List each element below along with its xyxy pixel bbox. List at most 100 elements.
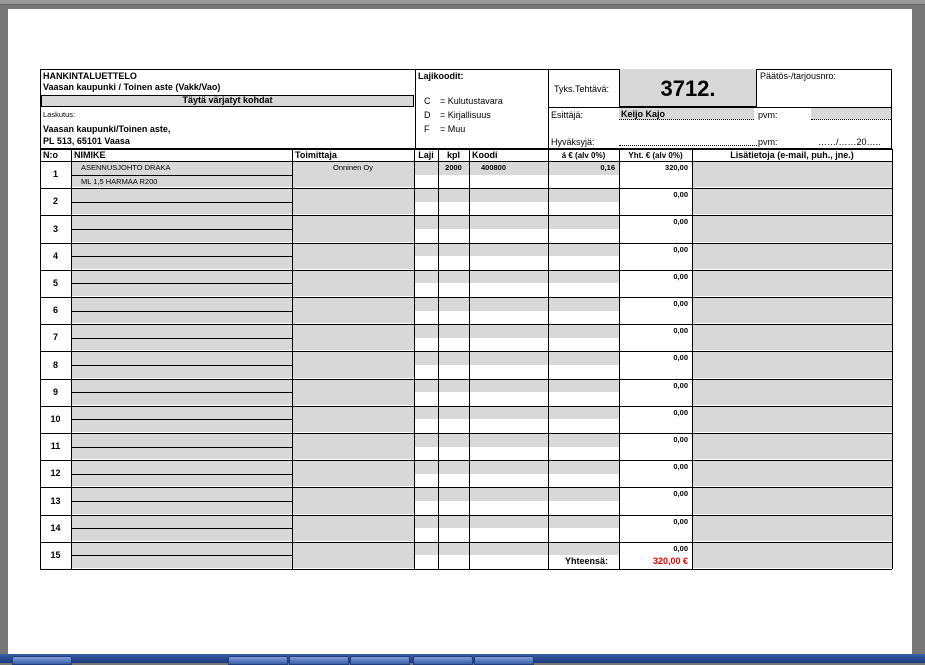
qty-field[interactable] <box>439 461 469 474</box>
item-name-field[interactable] <box>72 270 292 284</box>
type-field[interactable] <box>415 488 438 501</box>
supplier-field[interactable] <box>293 352 414 378</box>
item-name-field[interactable] <box>72 474 292 487</box>
code-field[interactable] <box>470 434 548 447</box>
qty-field[interactable] <box>439 542 469 556</box>
item-name-field[interactable] <box>72 542 292 556</box>
type-field[interactable] <box>415 298 438 311</box>
qty-field[interactable] <box>439 488 469 501</box>
item-name-field[interactable] <box>72 311 292 324</box>
code-field[interactable] <box>470 216 548 229</box>
item-name-field[interactable] <box>72 230 292 242</box>
supplier-field[interactable] <box>293 542 414 568</box>
info-field[interactable] <box>693 298 892 324</box>
qty-field[interactable] <box>439 243 469 257</box>
type-field[interactable] <box>415 162 438 175</box>
item-name-field[interactable] <box>72 406 292 420</box>
code-field[interactable] <box>470 379 548 393</box>
taskbar-button[interactable] <box>474 656 534 665</box>
unit-price-field[interactable] <box>549 461 619 474</box>
type-field[interactable] <box>415 542 438 556</box>
item-name-field[interactable] <box>72 298 292 311</box>
info-field[interactable] <box>693 515 892 541</box>
type-field[interactable] <box>415 325 438 338</box>
qty-field[interactable] <box>439 270 469 284</box>
code-field[interactable] <box>470 461 548 474</box>
qty-field[interactable] <box>439 325 469 338</box>
info-field[interactable] <box>693 352 892 378</box>
type-field[interactable] <box>415 379 438 393</box>
unit-price-field[interactable] <box>549 406 619 420</box>
unit-price-field[interactable] <box>549 270 619 284</box>
supplier-field[interactable] <box>293 434 414 460</box>
unit-price-field[interactable] <box>549 488 619 501</box>
code-field[interactable] <box>470 189 548 202</box>
type-field[interactable] <box>415 461 438 474</box>
item-name-field[interactable] <box>72 379 292 393</box>
unit-price-field[interactable] <box>549 352 619 365</box>
item-name-field[interactable] <box>72 189 292 202</box>
item-name-field[interactable] <box>72 243 292 257</box>
item-name-field[interactable] <box>72 284 292 296</box>
item-name-field[interactable] <box>72 257 292 269</box>
item-name-field[interactable] <box>72 515 292 529</box>
qty-field[interactable] <box>439 189 469 202</box>
info-field[interactable] <box>693 270 892 296</box>
info-field[interactable] <box>693 434 892 460</box>
item-name-field[interactable] <box>72 420 292 432</box>
taskbar-button[interactable] <box>350 656 410 665</box>
item-name-field[interactable] <box>72 325 292 338</box>
info-field[interactable] <box>693 325 892 351</box>
unit-price-field[interactable] <box>549 216 619 229</box>
info-field[interactable] <box>693 379 892 405</box>
taskbar-button[interactable] <box>228 656 288 665</box>
code-field[interactable] <box>470 243 548 257</box>
code-field[interactable] <box>470 488 548 501</box>
unit-price-field[interactable] <box>549 325 619 338</box>
info-field[interactable] <box>693 406 892 432</box>
code-field[interactable] <box>470 270 548 284</box>
type-field[interactable] <box>415 406 438 420</box>
type-field[interactable] <box>415 270 438 284</box>
item-name-field[interactable] <box>72 502 292 514</box>
code-field[interactable] <box>470 515 548 529</box>
code-field[interactable] <box>470 542 548 556</box>
supplier-field[interactable] <box>293 379 414 405</box>
item-name-field[interactable] <box>72 338 292 351</box>
type-field[interactable] <box>415 243 438 257</box>
item-name-field[interactable] <box>72 202 292 215</box>
info-field[interactable] <box>693 216 892 242</box>
qty-field[interactable] <box>439 406 469 420</box>
qty-field[interactable] <box>439 216 469 229</box>
type-field[interactable] <box>415 515 438 529</box>
supplier-field[interactable] <box>293 216 414 242</box>
supplier-field[interactable] <box>293 270 414 296</box>
supplier-field[interactable] <box>293 488 414 514</box>
type-field[interactable] <box>415 352 438 365</box>
approver-field[interactable] <box>619 145 757 146</box>
item-name-field[interactable] <box>72 447 292 460</box>
unit-price-field[interactable] <box>549 434 619 447</box>
item-name-field[interactable] <box>72 216 292 229</box>
taskbar-button[interactable] <box>413 656 473 665</box>
info-field[interactable] <box>693 243 892 269</box>
taskbar-button[interactable] <box>12 656 72 665</box>
item-name-field[interactable] <box>72 434 292 447</box>
supplier-field[interactable] <box>293 298 414 324</box>
qty-field[interactable] <box>439 379 469 393</box>
type-field[interactable] <box>415 189 438 202</box>
code-field[interactable] <box>470 352 548 365</box>
qty-field[interactable] <box>439 515 469 529</box>
info-field[interactable] <box>693 542 892 568</box>
item-name-field[interactable] <box>72 366 292 378</box>
item-name-field[interactable] <box>72 556 292 568</box>
item-name-field[interactable] <box>72 393 292 405</box>
supplier-field[interactable] <box>293 461 414 487</box>
pvm-field-1[interactable] <box>811 108 891 120</box>
unit-price-field[interactable] <box>549 189 619 202</box>
qty-field[interactable] <box>439 434 469 447</box>
item-name-field[interactable] <box>72 488 292 501</box>
qty-field[interactable] <box>439 298 469 311</box>
info-field[interactable] <box>693 189 892 215</box>
code-field[interactable] <box>470 406 548 420</box>
